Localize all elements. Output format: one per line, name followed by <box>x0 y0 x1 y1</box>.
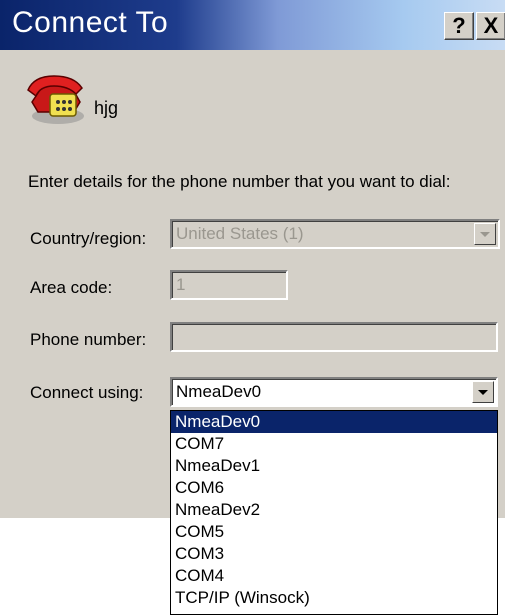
option-item[interactable]: NmeaDev2 <box>171 499 497 521</box>
connect-using-dropdown-button[interactable] <box>472 381 494 403</box>
help-button[interactable]: ? <box>444 12 474 40</box>
connection-name: hjg <box>94 98 119 118</box>
option-item[interactable]: COM7 <box>171 433 497 455</box>
phone-number-input <box>170 322 498 352</box>
country-dropdown-button <box>474 223 496 245</box>
option-item[interactable]: TCP/IP (Winsock) <box>171 587 497 609</box>
country-value: United States (1) <box>176 224 304 243</box>
connect-using-value: NmeaDev0 <box>176 382 262 401</box>
connect-using-select[interactable]: NmeaDev0 <box>170 377 498 407</box>
area-code-label: Area code: <box>30 278 113 297</box>
country-label: Country/region: <box>30 229 147 248</box>
option-item[interactable]: NmeaDev1 <box>171 455 497 477</box>
chevron-down-icon <box>480 231 490 237</box>
window-title: Connect To <box>12 6 169 39</box>
connect-using-label: Connect using: <box>30 383 144 402</box>
phone-icon <box>27 75 84 124</box>
dial-prompt: Enter details for the phone number that … <box>28 172 451 191</box>
option-item[interactable]: COM6 <box>171 477 497 499</box>
option-item[interactable]: COM4 <box>171 565 497 587</box>
option-item[interactable]: COM3 <box>171 543 497 565</box>
option-item[interactable]: NmeaDev0 <box>171 411 497 433</box>
option-item[interactable]: COM5 <box>171 521 497 543</box>
title-bar[interactable]: Connect To ? X <box>0 0 505 50</box>
phone-number-label: Phone number: <box>30 330 147 349</box>
close-button[interactable]: X <box>476 12 505 40</box>
area-code-input: 1 <box>170 270 288 300</box>
chevron-down-icon <box>478 389 488 395</box>
country-select: United States (1) <box>170 219 500 249</box>
connect-using-options-list[interactable]: NmeaDev0 COM7 NmeaDev1 COM6 NmeaDev2 COM… <box>170 410 498 615</box>
